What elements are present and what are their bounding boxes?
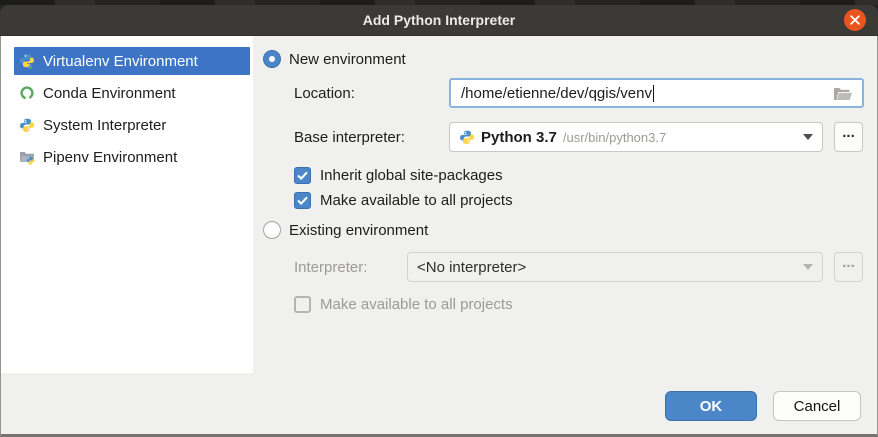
existing-environment-option[interactable]: Existing environment <box>263 219 864 241</box>
existing-make-available-checkbox <box>294 296 311 313</box>
conda-icon <box>19 85 35 101</box>
python-venv-icon: v <box>19 53 35 69</box>
make-available-label: Make available to all projects <box>320 192 513 209</box>
close-icon <box>850 15 860 25</box>
new-environment-label: New environment <box>289 51 406 68</box>
existing-environment-label: Existing environment <box>289 222 428 239</box>
inherit-site-packages-label: Inherit global site-packages <box>320 167 503 184</box>
interpreter-select: <No interpreter> <box>407 252 823 282</box>
location-row: Location: /home/etienne/dev/qgis/venv <box>294 78 864 108</box>
interpreter-label: Interpreter: <box>294 259 407 276</box>
sidebar-item-pipenv[interactable]: Pipenv Environment <box>14 143 250 171</box>
sidebar-item-label: Conda Environment <box>43 85 176 102</box>
location-label: Location: <box>294 85 449 102</box>
dialog-footer: OK Cancel <box>0 373 878 437</box>
inherit-site-packages-checkbox[interactable] <box>294 167 311 184</box>
base-interpreter-select[interactable]: Python 3.7 /usr/bin/python3.7 <box>449 122 823 152</box>
text-caret <box>653 85 654 102</box>
make-available-option[interactable]: Make available to all projects <box>294 190 864 211</box>
base-interpreter-name: Python 3.7 <box>481 129 557 146</box>
location-input[interactable]: /home/etienne/dev/qgis/venv <box>449 78 864 108</box>
existing-make-available-label: Make available to all projects <box>320 296 513 313</box>
sidebar-item-label: Virtualenv Environment <box>43 53 198 70</box>
sidebar-item-label: System Interpreter <box>43 117 166 134</box>
interpreter-value: <No interpreter> <box>417 259 526 276</box>
dialog-titlebar[interactable]: Add Python Interpreter <box>0 5 878 36</box>
folder-icon[interactable] <box>834 87 852 100</box>
sidebar-item-system[interactable]: System Interpreter <box>14 111 250 139</box>
python-icon <box>19 117 35 133</box>
virtualenv-settings-panel: New environment Location: /home/etienne/… <box>253 36 878 373</box>
chevron-down-icon <box>803 134 813 140</box>
ok-button[interactable]: OK <box>665 391 757 421</box>
sidebar-item-virtualenv[interactable]: v Virtualenv Environment <box>14 47 250 75</box>
make-available-checkbox[interactable] <box>294 192 311 209</box>
inherit-site-packages-option[interactable]: Inherit global site-packages <box>294 165 864 186</box>
add-interpreter-dialog: Add Python Interpreter v Virtualenv Envi… <box>0 0 878 437</box>
new-environment-radio[interactable] <box>263 50 281 68</box>
svg-text:v: v <box>28 62 33 69</box>
sidebar-item-conda[interactable]: Conda Environment <box>14 79 250 107</box>
sidebar-item-label: Pipenv Environment <box>43 149 177 166</box>
new-environment-option[interactable]: New environment <box>263 48 864 70</box>
existing-make-available-option: Make available to all projects <box>294 294 864 315</box>
interpreter-row: Interpreter: <No interpreter> ... <box>294 252 864 282</box>
close-button[interactable] <box>844 9 866 31</box>
python-icon <box>459 129 475 145</box>
check-icon <box>297 196 308 205</box>
base-interpreter-label: Base interpreter: <box>294 129 449 146</box>
interpreter-type-sidebar: v Virtualenv Environment Conda Environme… <box>1 36 253 373</box>
interpreter-browse-button: ... <box>834 252 863 282</box>
base-interpreter-path: /usr/bin/python3.7 <box>563 130 666 145</box>
base-interpreter-browse-button[interactable]: ... <box>834 122 863 152</box>
existing-environment-radio[interactable] <box>263 221 281 239</box>
dialog-title: Add Python Interpreter <box>363 12 515 28</box>
location-value: /home/etienne/dev/qgis/venv <box>461 85 652 102</box>
chevron-down-icon <box>803 264 813 270</box>
check-icon <box>297 171 308 180</box>
base-interpreter-row: Base interpreter: Python 3.7 /usr/bin/py… <box>294 122 864 152</box>
pipenv-folder-icon <box>19 149 35 165</box>
cancel-button[interactable]: Cancel <box>773 391 861 421</box>
